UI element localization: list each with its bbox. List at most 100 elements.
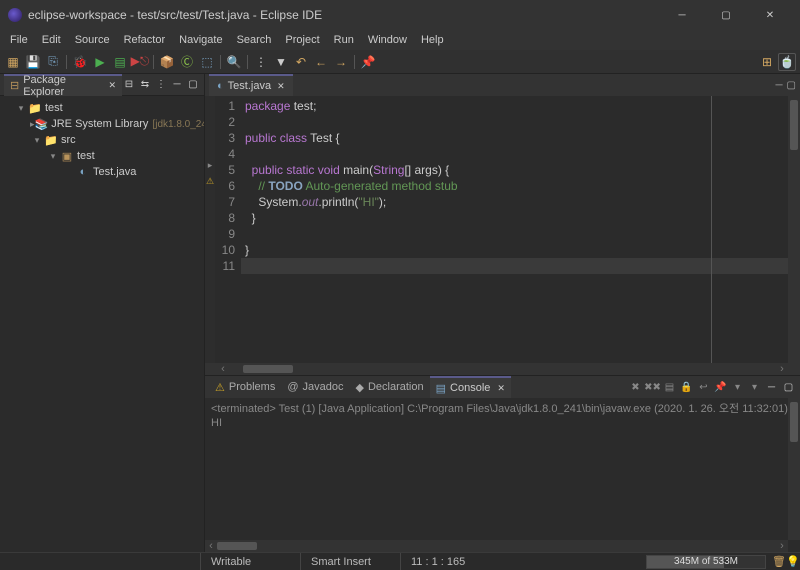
toggle-breadcrumb-icon[interactable]: ⋮ (252, 53, 270, 71)
display-console-icon[interactable]: ▾ (730, 380, 745, 395)
menu-search[interactable]: Search (231, 32, 278, 48)
remove-all-icon[interactable]: ✖✖ (645, 380, 660, 395)
tree-item-test[interactable]: ▾📁test (2, 100, 202, 116)
javadoc-icon: @ (287, 381, 298, 393)
clear-console-icon[interactable]: ▤ (662, 380, 677, 395)
cu-icon: ◐ (76, 165, 90, 179)
twisty-icon[interactable]: ▾ (30, 135, 44, 146)
menu-file[interactable]: File (4, 32, 34, 48)
menu-refactor[interactable]: Refactor (118, 32, 172, 48)
close-window-button[interactable]: ✕ (748, 0, 792, 30)
status-insert-mode: Smart Insert (300, 553, 400, 570)
remove-launch-icon[interactable]: ✖ (628, 380, 643, 395)
menu-edit[interactable]: Edit (36, 32, 67, 48)
save-all-icon[interactable]: ⎘ (44, 53, 62, 71)
open-type-icon[interactable]: ⬚ (198, 53, 216, 71)
open-perspective-icon[interactable]: ⊞ (758, 53, 776, 71)
link-editor-icon[interactable]: ⇆ (138, 78, 152, 92)
close-tab-icon[interactable]: ✕ (497, 383, 505, 394)
tree-label: Test.java (93, 166, 136, 178)
minimize-button[interactable]: ─ (660, 0, 704, 30)
pin-console-icon[interactable]: 📌 (713, 380, 728, 395)
menu-run[interactable]: Run (328, 32, 360, 48)
view-menu-icon[interactable]: ⋮ (154, 78, 168, 92)
srcfolder-icon: 📁 (44, 133, 58, 147)
heap-status[interactable]: 345M of 533M (646, 555, 766, 569)
bottom-panel: ⚠Problems@Javadoc◆Declaration▤Console✕ ✖… (205, 376, 800, 552)
package-explorer-tab[interactable]: ⊟ Package Explorer ✕ (4, 74, 122, 96)
console-view[interactable]: <terminated> Test (1) [Java Application]… (205, 398, 800, 552)
menu-source[interactable]: Source (69, 32, 116, 48)
tree-label: test (45, 102, 63, 114)
vertical-scrollbar[interactable] (788, 96, 800, 363)
editor-maximize-icon[interactable]: ▢ (787, 80, 796, 91)
collapse-all-icon[interactable]: ⊟ (122, 78, 136, 92)
package-explorer-tree[interactable]: ▾📁test▸📚JRE System Library[jdk1.8.0_241]… (0, 96, 204, 552)
eclipse-logo-icon (8, 8, 22, 22)
tip-icon[interactable]: 💡 (786, 555, 800, 568)
open-console-icon[interactable]: ▾ (747, 380, 762, 395)
last-edit-icon[interactable]: ↶ (292, 53, 310, 71)
bottom-minimize-icon[interactable]: ─ (764, 380, 779, 395)
tab-problems[interactable]: ⚠Problems (209, 376, 281, 398)
gc-icon[interactable]: 🗑 (772, 555, 786, 568)
new-class-icon[interactable]: Ⓒ (178, 53, 196, 71)
java-perspective-icon[interactable]: 🍵 (778, 53, 796, 71)
tree-label: src (61, 134, 76, 146)
code-editor[interactable]: ▸⚠ 1234567891011 package test;public cla… (205, 96, 800, 363)
word-wrap-icon[interactable]: ↩ (696, 380, 711, 395)
console-process-label: <terminated> Test (1) [Java Application]… (211, 400, 794, 416)
maximize-view-icon[interactable]: ▢ (186, 78, 200, 92)
debug-icon[interactable]: 🐞 (71, 53, 89, 71)
window-title: eclipse-workspace - test/src/test/Test.j… (28, 8, 660, 22)
editor-tab-test-java[interactable]: ◐ Test.java ✕ (209, 74, 293, 96)
menu-navigate[interactable]: Navigate (173, 32, 228, 48)
minimize-view-icon[interactable]: ─ (170, 78, 184, 92)
tree-item-test[interactable]: ▾▣test (2, 148, 202, 164)
bottom-maximize-icon[interactable]: ▢ (781, 380, 796, 395)
editor-minimize-icon[interactable]: ─ (775, 80, 782, 91)
close-tab-icon[interactable]: ✕ (277, 81, 285, 92)
console-v-scrollbar[interactable] (788, 398, 800, 540)
scroll-lock-icon[interactable]: 🔒 (679, 380, 694, 395)
package-explorer-view: ⊟ Package Explorer ✕ ⊟ ⇆ ⋮ ─ ▢ ▾📁test▸📚J… (0, 74, 205, 552)
forward-icon[interactable]: → (332, 53, 350, 71)
jre-icon: 📚 (35, 117, 49, 131)
status-bar: Writable Smart Insert 11 : 1 : 165 345M … (0, 552, 800, 570)
marker-ruler: ▸⚠ (205, 96, 215, 363)
status-cursor-pos: 11 : 1 : 165 (400, 553, 510, 570)
print-margin (711, 96, 712, 363)
editor-area: ◐ Test.java ✕ ─ ▢ ▸⚠ 1234567891011 packa… (205, 74, 800, 376)
menu-project[interactable]: Project (279, 32, 325, 48)
back-icon[interactable]: ← (312, 53, 330, 71)
save-icon[interactable]: 💾 (24, 53, 42, 71)
problems-icon: ⚠ (215, 381, 225, 394)
run-external-icon[interactable]: ▶⎋ (131, 53, 149, 71)
tree-item-test-java[interactable]: ◐Test.java (2, 164, 202, 180)
new-package-icon[interactable]: 📦 (158, 53, 176, 71)
jre-version: [jdk1.8.0_241] (152, 119, 204, 130)
tree-label: JRE System Library (51, 118, 148, 130)
run-icon[interactable]: ▶ (91, 53, 109, 71)
horizontal-scrollbar[interactable]: ‹› (205, 363, 800, 375)
tab-console[interactable]: ▤Console✕ (430, 376, 511, 398)
tree-item-jre-system-library[interactable]: ▸📚JRE System Library[jdk1.8.0_241] (2, 116, 202, 132)
code-text[interactable]: package test;public class Test { public … (241, 96, 800, 363)
coverage-icon[interactable]: ▤ (111, 53, 129, 71)
console-h-scrollbar[interactable]: ‹› (205, 540, 788, 552)
new-icon[interactable]: ▦ (4, 53, 22, 71)
search-icon[interactable]: 🔍 (225, 53, 243, 71)
menu-help[interactable]: Help (415, 32, 450, 48)
tab-declaration[interactable]: ◆Declaration (350, 376, 430, 398)
package-explorer-icon: ⊟ (10, 79, 19, 92)
menu-window[interactable]: Window (362, 32, 413, 48)
maximize-button[interactable]: ▢ (704, 0, 748, 30)
pin-editor-icon[interactable]: 📌 (359, 53, 377, 71)
twisty-icon[interactable]: ▾ (14, 103, 28, 114)
toggle-mark-icon[interactable]: ▼ (272, 53, 290, 71)
tab-javadoc[interactable]: @Javadoc (281, 376, 349, 398)
tree-item-src[interactable]: ▾📁src (2, 132, 202, 148)
twisty-icon[interactable]: ▾ (46, 151, 60, 162)
project-icon: 📁 (28, 101, 42, 115)
close-view-icon[interactable]: ✕ (108, 80, 116, 91)
